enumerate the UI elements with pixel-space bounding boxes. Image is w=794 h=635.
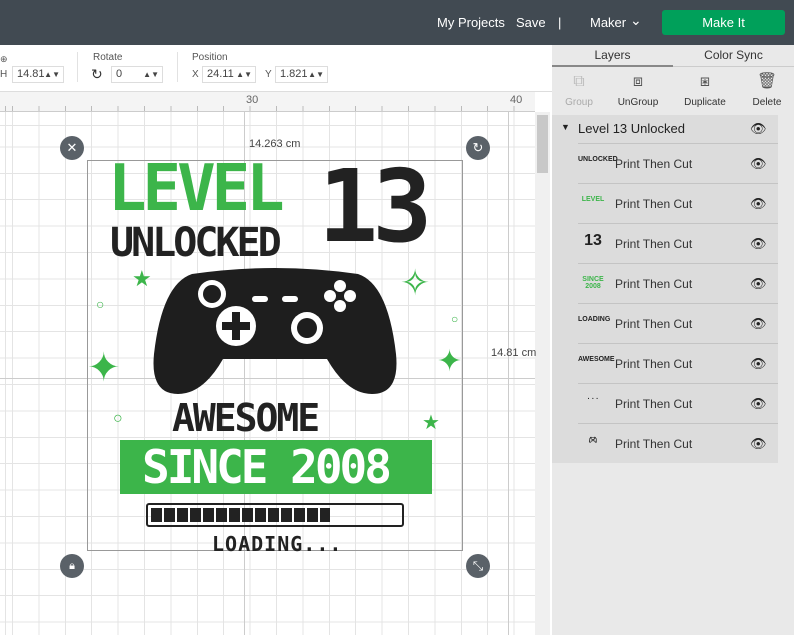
layer-thumbnail: SINCE 2008 (582, 276, 604, 290)
x-label: X (192, 69, 199, 80)
eye-icon[interactable]: 👁︎ (750, 236, 767, 252)
eye-icon[interactable]: 👁︎ (750, 316, 767, 332)
star-icon: ★ (132, 266, 152, 291)
tab-layers[interactable]: Layers (552, 45, 673, 67)
x-input[interactable]: 24.11 ▲▼ (202, 66, 256, 83)
sparkle-icon: ✦ (87, 346, 121, 390)
layer-thumbnail: AWESOME (578, 356, 615, 363)
layer-thumbnail: LOADING (578, 316, 611, 323)
ungroup-icon: ⧈ (632, 73, 644, 90)
delete-button[interactable]: 🗑︎ Delete (737, 69, 794, 108)
awesome-text: AWESOME (172, 396, 320, 440)
game-controller-icon (153, 268, 397, 394)
divider (177, 52, 178, 82)
thirteen-text: 13 (318, 148, 432, 265)
layer-item[interactable]: UNLOCKED Print Then Cut 👁︎ (578, 143, 778, 183)
y-input[interactable]: 1.821 ▲▼ (275, 66, 328, 83)
star-icon: ★ (422, 412, 440, 434)
layer-item[interactable]: · · · Print Then Cut 👁︎ (578, 383, 778, 423)
caret-down-icon[interactable]: ▼ (561, 122, 570, 132)
ruler-tick-label: 40 (510, 94, 523, 106)
circle-icon: ○ (96, 296, 105, 312)
divider: | (558, 15, 562, 30)
duplicate-icon: ⧆ (699, 73, 711, 90)
group-button[interactable]: ⧉ Group (549, 69, 609, 108)
loading-bar (146, 503, 404, 527)
eye-icon[interactable]: 👁︎ (750, 436, 767, 452)
rotate-icon: ↻ (91, 66, 103, 82)
layer-thumbnail: 13 (584, 232, 602, 249)
layer-name: Print Then Cut (615, 157, 693, 171)
ungroup-button[interactable]: ⧈ UnGroup (608, 69, 668, 108)
layer-item[interactable]: SINCE 2008 Print Then Cut 👁︎ (578, 263, 778, 303)
save-button[interactable]: Save (516, 15, 546, 30)
divider (77, 52, 78, 82)
layer-name: Print Then Cut (615, 237, 693, 251)
layer-name: Print Then Cut (615, 317, 693, 331)
sparkle-icon: ✦ (437, 345, 463, 378)
eye-icon[interactable]: 👁︎ (750, 276, 767, 292)
sparkle-icon: ✧ (400, 262, 431, 303)
unlocked-text: UNLOCKED (110, 220, 282, 266)
position-label: Position (192, 52, 228, 63)
chevron-down-icon[interactable]: ⌄ (630, 12, 642, 29)
vertical-scrollbar[interactable] (535, 112, 550, 635)
layer-thumbnail: 🎮︎ (588, 437, 598, 444)
layer-name: Print Then Cut (615, 197, 693, 211)
layer-item[interactable]: 🎮︎ Print Then Cut 👁︎ (578, 423, 778, 463)
layer-item[interactable]: 13 Print Then Cut 👁︎ (578, 223, 778, 263)
delete-handle-icon[interactable]: ✕ (60, 136, 84, 160)
layer-group[interactable]: ▼ Level 13 Unlocked 👁︎ (552, 115, 778, 143)
rotate-input[interactable]: 0 ▲▼ (111, 66, 163, 83)
rotate-handle-icon[interactable]: ↻ (466, 136, 490, 160)
trash-icon: 🗑︎ (756, 73, 778, 90)
loading-text: LOADING... (212, 532, 343, 556)
group-icon: ⧉ (573, 73, 585, 90)
layer-name: Print Then Cut (615, 437, 693, 451)
layer-item[interactable]: LOADING Print Then Cut 👁︎ (578, 303, 778, 343)
eye-icon[interactable]: 👁︎ (750, 156, 767, 172)
layer-thumbnail: UNLOCKED (578, 156, 618, 163)
horizontal-ruler: 30 40 (0, 92, 535, 112)
eye-icon[interactable]: 👁︎ (750, 356, 767, 372)
ruler-tick-label: 30 (246, 94, 259, 106)
scrollbar-thumb[interactable] (537, 115, 548, 173)
eye-icon[interactable]: 👁︎ (750, 196, 767, 212)
eye-icon[interactable]: 👁︎ (750, 121, 767, 137)
width-dimension: 14.263 cm (249, 138, 301, 150)
layer-item[interactable]: AWESOME Print Then Cut 👁︎ (578, 343, 778, 383)
h-label: H (0, 69, 8, 80)
machine-select[interactable]: Maker (590, 15, 626, 30)
level-text: LEVEL (108, 152, 285, 226)
tab-color-sync[interactable]: Color Sync (673, 45, 794, 67)
resize-handle-icon[interactable]: ⤡ (466, 554, 490, 578)
eye-icon[interactable]: 👁︎ (750, 396, 767, 412)
duplicate-button[interactable]: ⧆ Duplicate (675, 69, 735, 108)
height-dimension: 14.81 cm (491, 347, 537, 359)
layer-name: Print Then Cut (615, 397, 693, 411)
layer-name: Print Then Cut (615, 277, 693, 291)
lock-handle-icon[interactable]: 🔒︎ (60, 554, 84, 578)
layer-item[interactable]: LEVEL Print Then Cut 👁︎ (578, 183, 778, 223)
layer-thumbnail: · · · (587, 396, 599, 403)
group-name: Level 13 Unlocked (578, 121, 685, 136)
layer-thumbnail: LEVEL (581, 196, 605, 203)
rotate-label: Rotate (93, 52, 123, 63)
height-input[interactable]: 14.81 ▲▼ (12, 66, 64, 83)
top-bar: My Projects Save | Maker ⌄ Make It (0, 0, 794, 45)
lock-ratio-icon[interactable]: ⊕ (0, 54, 8, 65)
make-it-button[interactable]: Make It (662, 10, 785, 35)
circle-icon: ○ (451, 312, 459, 326)
y-label: Y (265, 69, 272, 80)
my-projects-link[interactable]: My Projects (437, 15, 505, 30)
layer-name: Print Then Cut (615, 357, 693, 371)
since-text: SINCE 2008 (142, 440, 392, 494)
layers-list: ▼ Level 13 Unlocked 👁︎ UNLOCKED Print The… (552, 115, 778, 463)
circle-icon: ○ (113, 410, 123, 427)
